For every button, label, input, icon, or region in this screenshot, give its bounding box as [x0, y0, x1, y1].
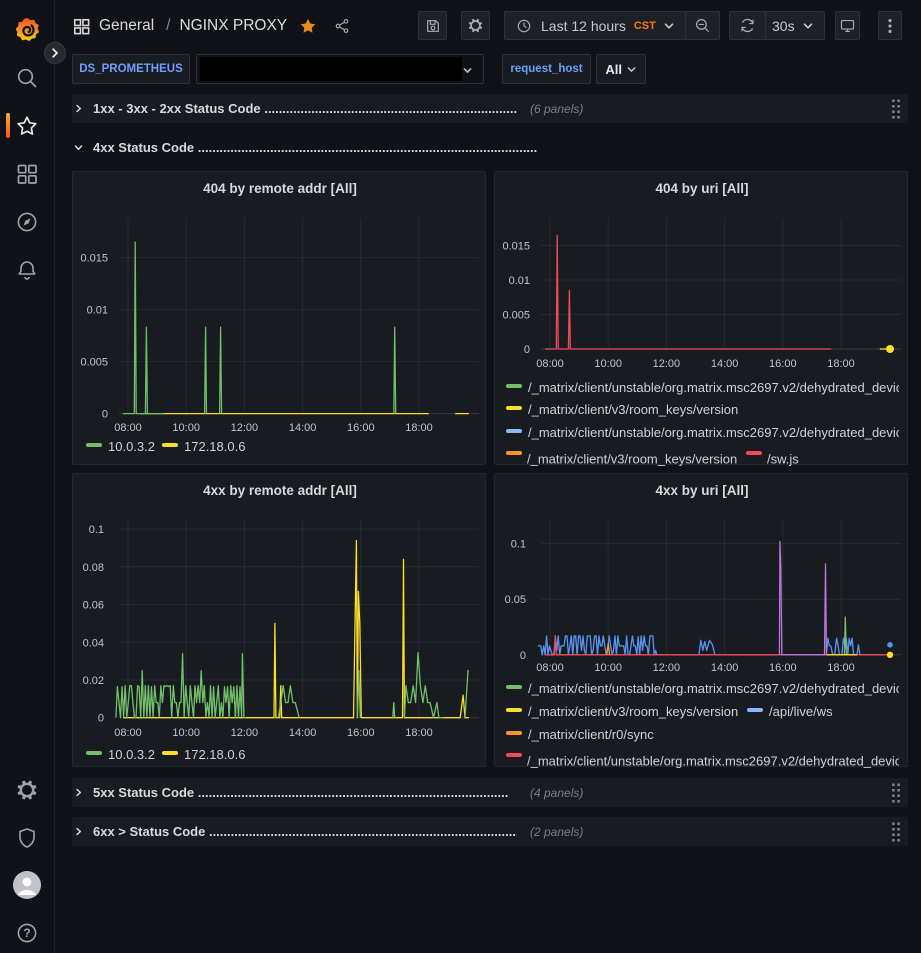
- svg-text:12:00: 12:00: [653, 358, 681, 370]
- svg-text:/_matrix/client/unstable/org.m: /_matrix/client/unstable/org.matrix.msc2…: [528, 681, 909, 696]
- svg-text:08:00: 08:00: [536, 358, 564, 370]
- svg-text:12:00: 12:00: [653, 662, 681, 674]
- svg-text:0: 0: [524, 344, 530, 356]
- svg-text:16:00: 16:00: [769, 662, 797, 674]
- svg-text:0.005: 0.005: [80, 357, 108, 369]
- svg-text:12:00: 12:00: [231, 727, 259, 739]
- svg-text:/_matrix/client/unstable/org.m: /_matrix/client/unstable/org.matrix.msc2…: [528, 425, 909, 440]
- svg-text:16:00: 16:00: [347, 727, 375, 739]
- svg-text:0.005: 0.005: [502, 310, 530, 322]
- svg-text:16:00: 16:00: [769, 358, 797, 370]
- svg-text:18:00: 18:00: [405, 727, 433, 739]
- svg-text:172.18.0.6: 172.18.0.6: [184, 439, 245, 454]
- svg-text:0.01: 0.01: [509, 275, 530, 287]
- svg-text:404 by uri [All]: 404 by uri [All]: [655, 181, 748, 196]
- svg-text:10:00: 10:00: [172, 422, 200, 434]
- svg-text:/_matrix/client/unstable/org.m: /_matrix/client/unstable/org.matrix.msc2…: [527, 754, 909, 769]
- svg-text:10.0.3.2: 10.0.3.2: [108, 747, 155, 762]
- svg-text:0: 0: [520, 650, 526, 662]
- svg-text:0.08: 0.08: [83, 562, 104, 574]
- svg-text:0.04: 0.04: [83, 637, 104, 649]
- svg-text:08:00: 08:00: [114, 422, 142, 434]
- svg-text:/_matrix/client/unstable/org.m: /_matrix/client/unstable/org.matrix.msc2…: [528, 380, 909, 395]
- svg-text:/api/live/ws: /api/live/ws: [769, 704, 833, 719]
- svg-text:10.0.3.2: 10.0.3.2: [108, 439, 155, 454]
- svg-text:/_matrix/client/v3/room_keys/v: /_matrix/client/v3/room_keys/version: [528, 704, 738, 719]
- svg-text:10:00: 10:00: [594, 662, 622, 674]
- svg-text:10:00: 10:00: [594, 358, 622, 370]
- svg-text:/_matrix/client/r0/sync: /_matrix/client/r0/sync: [528, 727, 654, 742]
- svg-text:404 by remote addr [All]: 404 by remote addr [All]: [203, 181, 357, 196]
- svg-text:0.06: 0.06: [83, 600, 104, 612]
- svg-text:14:00: 14:00: [711, 662, 739, 674]
- svg-text:?: ?: [23, 926, 30, 940]
- svg-text:18:00: 18:00: [405, 422, 433, 434]
- svg-text:4xx by remote addr [All]: 4xx by remote addr [All]: [203, 483, 357, 498]
- svg-text:0: 0: [98, 713, 104, 725]
- svg-text:08:00: 08:00: [114, 727, 142, 739]
- svg-text:/_matrix/client/v3/room_keys/v: /_matrix/client/v3/room_keys/version: [527, 452, 737, 467]
- svg-text:14:00: 14:00: [711, 358, 739, 370]
- svg-text:12:00: 12:00: [231, 422, 259, 434]
- svg-text:/_matrix/client/v3/room_keys/v: /_matrix/client/v3/room_keys/version: [528, 402, 738, 417]
- svg-text:14:00: 14:00: [289, 727, 317, 739]
- svg-text:0.015: 0.015: [80, 253, 108, 265]
- svg-text:18:00: 18:00: [827, 662, 855, 674]
- svg-text:0.015: 0.015: [502, 241, 530, 253]
- svg-text:10:00: 10:00: [172, 727, 200, 739]
- svg-text:0.02: 0.02: [83, 675, 104, 687]
- svg-text:0.05: 0.05: [505, 594, 526, 606]
- svg-text:08:00: 08:00: [536, 662, 564, 674]
- svg-text:/sw.js: /sw.js: [767, 452, 799, 467]
- svg-text:0.01: 0.01: [87, 305, 108, 317]
- svg-text:14:00: 14:00: [289, 422, 317, 434]
- svg-text:4xx by uri [All]: 4xx by uri [All]: [655, 483, 748, 498]
- svg-text:16:00: 16:00: [347, 422, 375, 434]
- svg-text:0.1: 0.1: [511, 539, 526, 551]
- svg-text:172.18.0.6: 172.18.0.6: [184, 747, 245, 762]
- svg-text:18:00: 18:00: [827, 358, 855, 370]
- svg-text:0.1: 0.1: [89, 524, 104, 536]
- svg-text:0: 0: [102, 409, 108, 421]
